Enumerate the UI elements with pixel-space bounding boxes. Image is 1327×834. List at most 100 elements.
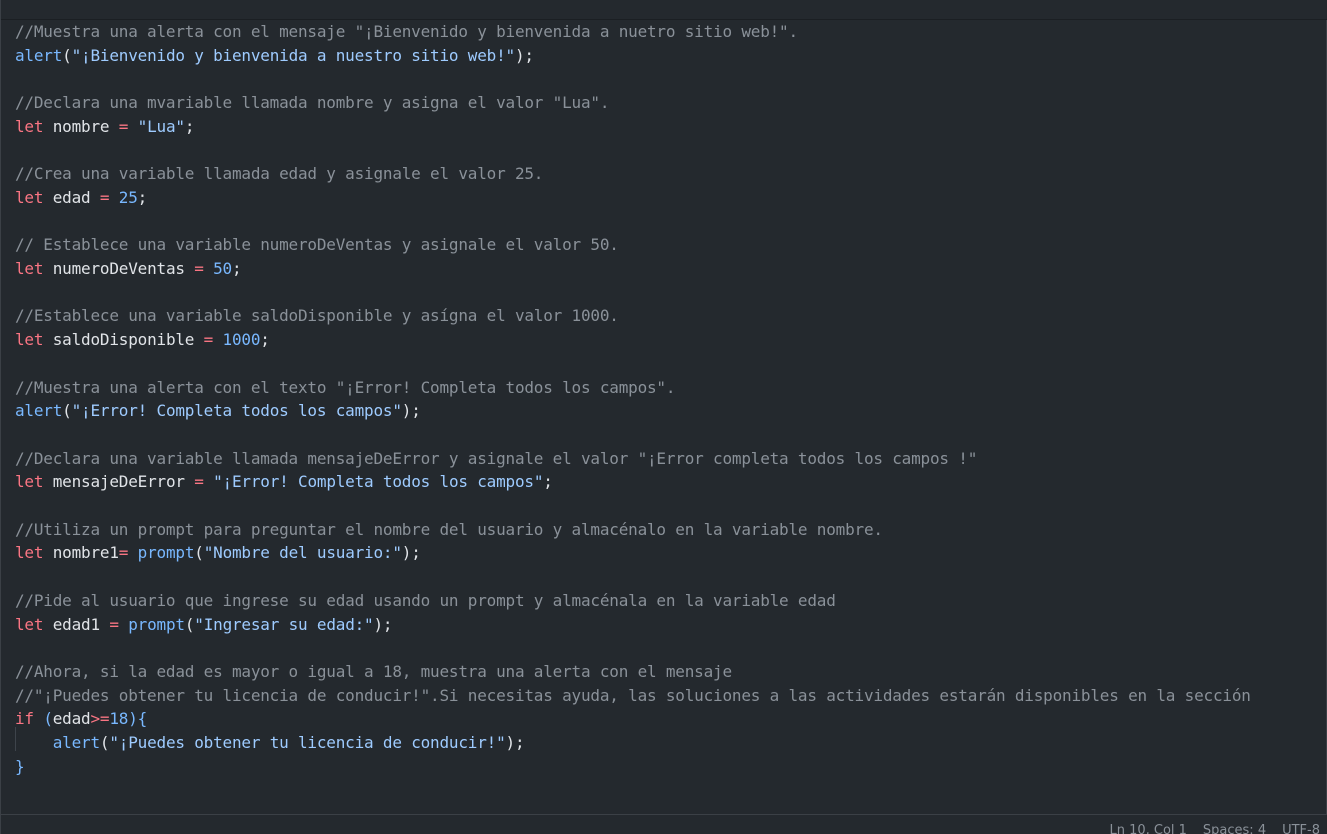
code-line[interactable]: let numeroDeVentas = 50;	[15, 257, 242, 281]
code-token-comment: //Utiliza un prompt para preguntar el no…	[15, 519, 883, 539]
code-token-punc: );	[401, 401, 421, 421]
code-token-fn: prompt	[137, 543, 195, 563]
encoding-setting[interactable]: UTF-8	[1282, 823, 1320, 834]
code-line[interactable]: //"¡Puedes obtener tu licencia de conduc…	[15, 684, 1251, 708]
editor-tab-bar	[1, 0, 1327, 20]
code-token-comment: //Muestra una alerta con el texto "¡Erro…	[15, 377, 676, 397]
code-token-str: "¡Bienvenido y bienvenida a nuestro siti…	[71, 45, 516, 65]
code-token-punc: (	[99, 733, 110, 752]
code-token-ident	[128, 117, 137, 136]
code-line[interactable]: alert("¡Error! Completa todos los campos…	[15, 399, 421, 423]
code-token-brace: ){	[128, 709, 148, 729]
code-line[interactable]: // Establece una variable numeroDeVentas…	[15, 233, 619, 257]
code-token-keyword: let	[15, 330, 44, 350]
code-token-num: 25	[118, 187, 138, 207]
code-token-ident	[34, 709, 43, 728]
code-token-brace: (	[43, 709, 53, 729]
code-token-punc: ;	[543, 472, 553, 492]
code-token-punc: (	[62, 45, 72, 65]
code-line[interactable]: //Muestra una alerta con el mensaje "¡Bi…	[15, 20, 798, 44]
code-token-comment: //Ahora, si la edad es mayor o igual a 1…	[15, 661, 732, 681]
code-token-str: "Ingresar su edad:"	[194, 614, 374, 634]
code-token-brace: }	[15, 756, 25, 776]
code-line[interactable]: alert("¡Puedes obtener tu licencia de co…	[15, 731, 525, 755]
code-line[interactable]: //Muestra una alerta con el texto "¡Erro…	[15, 376, 676, 400]
code-token-comment: //Declara una mvariable llamada nombre y…	[15, 93, 610, 113]
code-token-ident	[204, 472, 213, 491]
code-line[interactable]: //Utiliza un prompt para preguntar el no…	[15, 518, 883, 542]
code-token-comment: //Crea una variable llamada edad y asign…	[15, 164, 544, 184]
code-token-comment: // Establece una variable numeroDeVentas…	[15, 235, 619, 255]
code-token-keyword: let	[15, 614, 44, 634]
code-token-comment: //Muestra una alerta con el mensaje "¡Bi…	[15, 22, 798, 41]
code-token-ident: nombre	[43, 116, 119, 136]
code-token-punc: (	[194, 543, 204, 563]
code-line[interactable]: //Declara una mvariable llamada nombre y…	[15, 91, 609, 115]
code-line[interactable]: //Establece una variable saldoDisponible…	[15, 304, 619, 328]
code-token-ident	[204, 259, 213, 278]
code-token-punc: );	[514, 45, 534, 65]
code-token-ident: edad	[52, 709, 91, 729]
code-token-punc: (	[184, 614, 195, 634]
code-token-op: =	[109, 614, 119, 634]
code-token-ident	[128, 543, 137, 562]
code-token-ident: saldoDisponible	[43, 330, 204, 350]
code-token-punc: ;	[184, 116, 195, 136]
code-token-punc: );	[505, 733, 525, 752]
code-line[interactable]: //Pide al usuario que ingrese su edad us…	[15, 589, 836, 613]
code-token-num: 18	[109, 709, 129, 729]
code-token-punc: );	[401, 543, 421, 563]
code-token-punc: (	[62, 401, 72, 421]
code-token-punc: ;	[232, 259, 242, 278]
code-token-num: 1000	[222, 330, 261, 350]
code-token-comment: //"¡Puedes obtener tu licencia de conduc…	[15, 685, 1251, 705]
code-token-fn: alert	[52, 733, 100, 752]
code-token-ident: nombre1	[43, 543, 119, 563]
code-token-op: =	[118, 116, 129, 136]
code-token-ident	[109, 188, 118, 207]
code-token-punc: );	[373, 614, 393, 634]
code-line[interactable]: if (edad>=18){	[15, 707, 147, 731]
code-token-op: =	[118, 543, 129, 563]
editor-window: //Muestra una alerta con el mensaje "¡Bi…	[0, 0, 1327, 834]
code-token-ident: mensajeDeError	[43, 472, 195, 492]
code-token-keyword: let	[15, 187, 44, 207]
code-token-fn: alert	[15, 45, 63, 65]
code-line[interactable]: let nombre1= prompt("Nombre del usuario:…	[15, 541, 421, 565]
code-token-keyword: if	[15, 709, 34, 729]
code-editor[interactable]: //Muestra una alerta con el mensaje "¡Bi…	[1, 20, 1327, 814]
code-token-str: "Nombre del usuario:"	[203, 543, 402, 563]
code-line[interactable]: let saldoDisponible = 1000;	[15, 328, 270, 352]
code-token-keyword: let	[15, 116, 44, 136]
cursor-position[interactable]: Ln 10, Col 1	[1109, 823, 1186, 834]
code-token-comment: //Declara una variable llamada mensajeDe…	[15, 448, 978, 468]
code-token-str: "Lua"	[137, 116, 185, 136]
code-line[interactable]: let nombre = "Lua";	[15, 115, 194, 139]
code-line[interactable]: //Crea una variable llamada edad y asign…	[15, 162, 543, 186]
code-token-ident	[15, 733, 53, 752]
code-token-op: >=	[90, 709, 110, 729]
code-line[interactable]: alert("¡Bienvenido y bienvenida a nuestr…	[15, 44, 534, 68]
indentation-setting[interactable]: Spaces: 4	[1203, 823, 1266, 834]
code-token-comment: //Pide al usuario que ingrese su edad us…	[15, 590, 836, 610]
code-token-op: =	[203, 330, 214, 350]
code-token-num: 50	[213, 259, 232, 278]
code-token-ident	[213, 330, 222, 349]
code-line[interactable]: //Declara una variable llamada mensajeDe…	[15, 447, 977, 471]
code-token-ident	[119, 615, 128, 634]
code-token-comment: //Establece una variable saldoDisponible…	[15, 306, 619, 326]
code-token-op: =	[194, 259, 204, 278]
code-token-str: "¡Puedes obtener tu licencia de conducir…	[109, 733, 506, 752]
code-line[interactable]: let mensajeDeError = "¡Error! Completa t…	[15, 470, 553, 494]
code-token-ident: numeroDeVentas	[43, 259, 195, 278]
code-line[interactable]: let edad1 = prompt("Ingresar su edad:");	[15, 613, 393, 637]
code-token-fn: prompt	[128, 614, 185, 634]
code-line[interactable]: //Ahora, si la edad es mayor o igual a 1…	[15, 660, 732, 684]
code-token-keyword: let	[15, 259, 44, 278]
code-token-op: =	[194, 472, 204, 492]
code-token-keyword: let	[15, 543, 44, 563]
code-line[interactable]: }	[15, 755, 25, 779]
code-token-ident: edad	[43, 187, 100, 207]
code-line[interactable]: let edad = 25;	[15, 186, 147, 210]
code-token-str: "¡Error! Completa todos los campos"	[71, 401, 402, 421]
